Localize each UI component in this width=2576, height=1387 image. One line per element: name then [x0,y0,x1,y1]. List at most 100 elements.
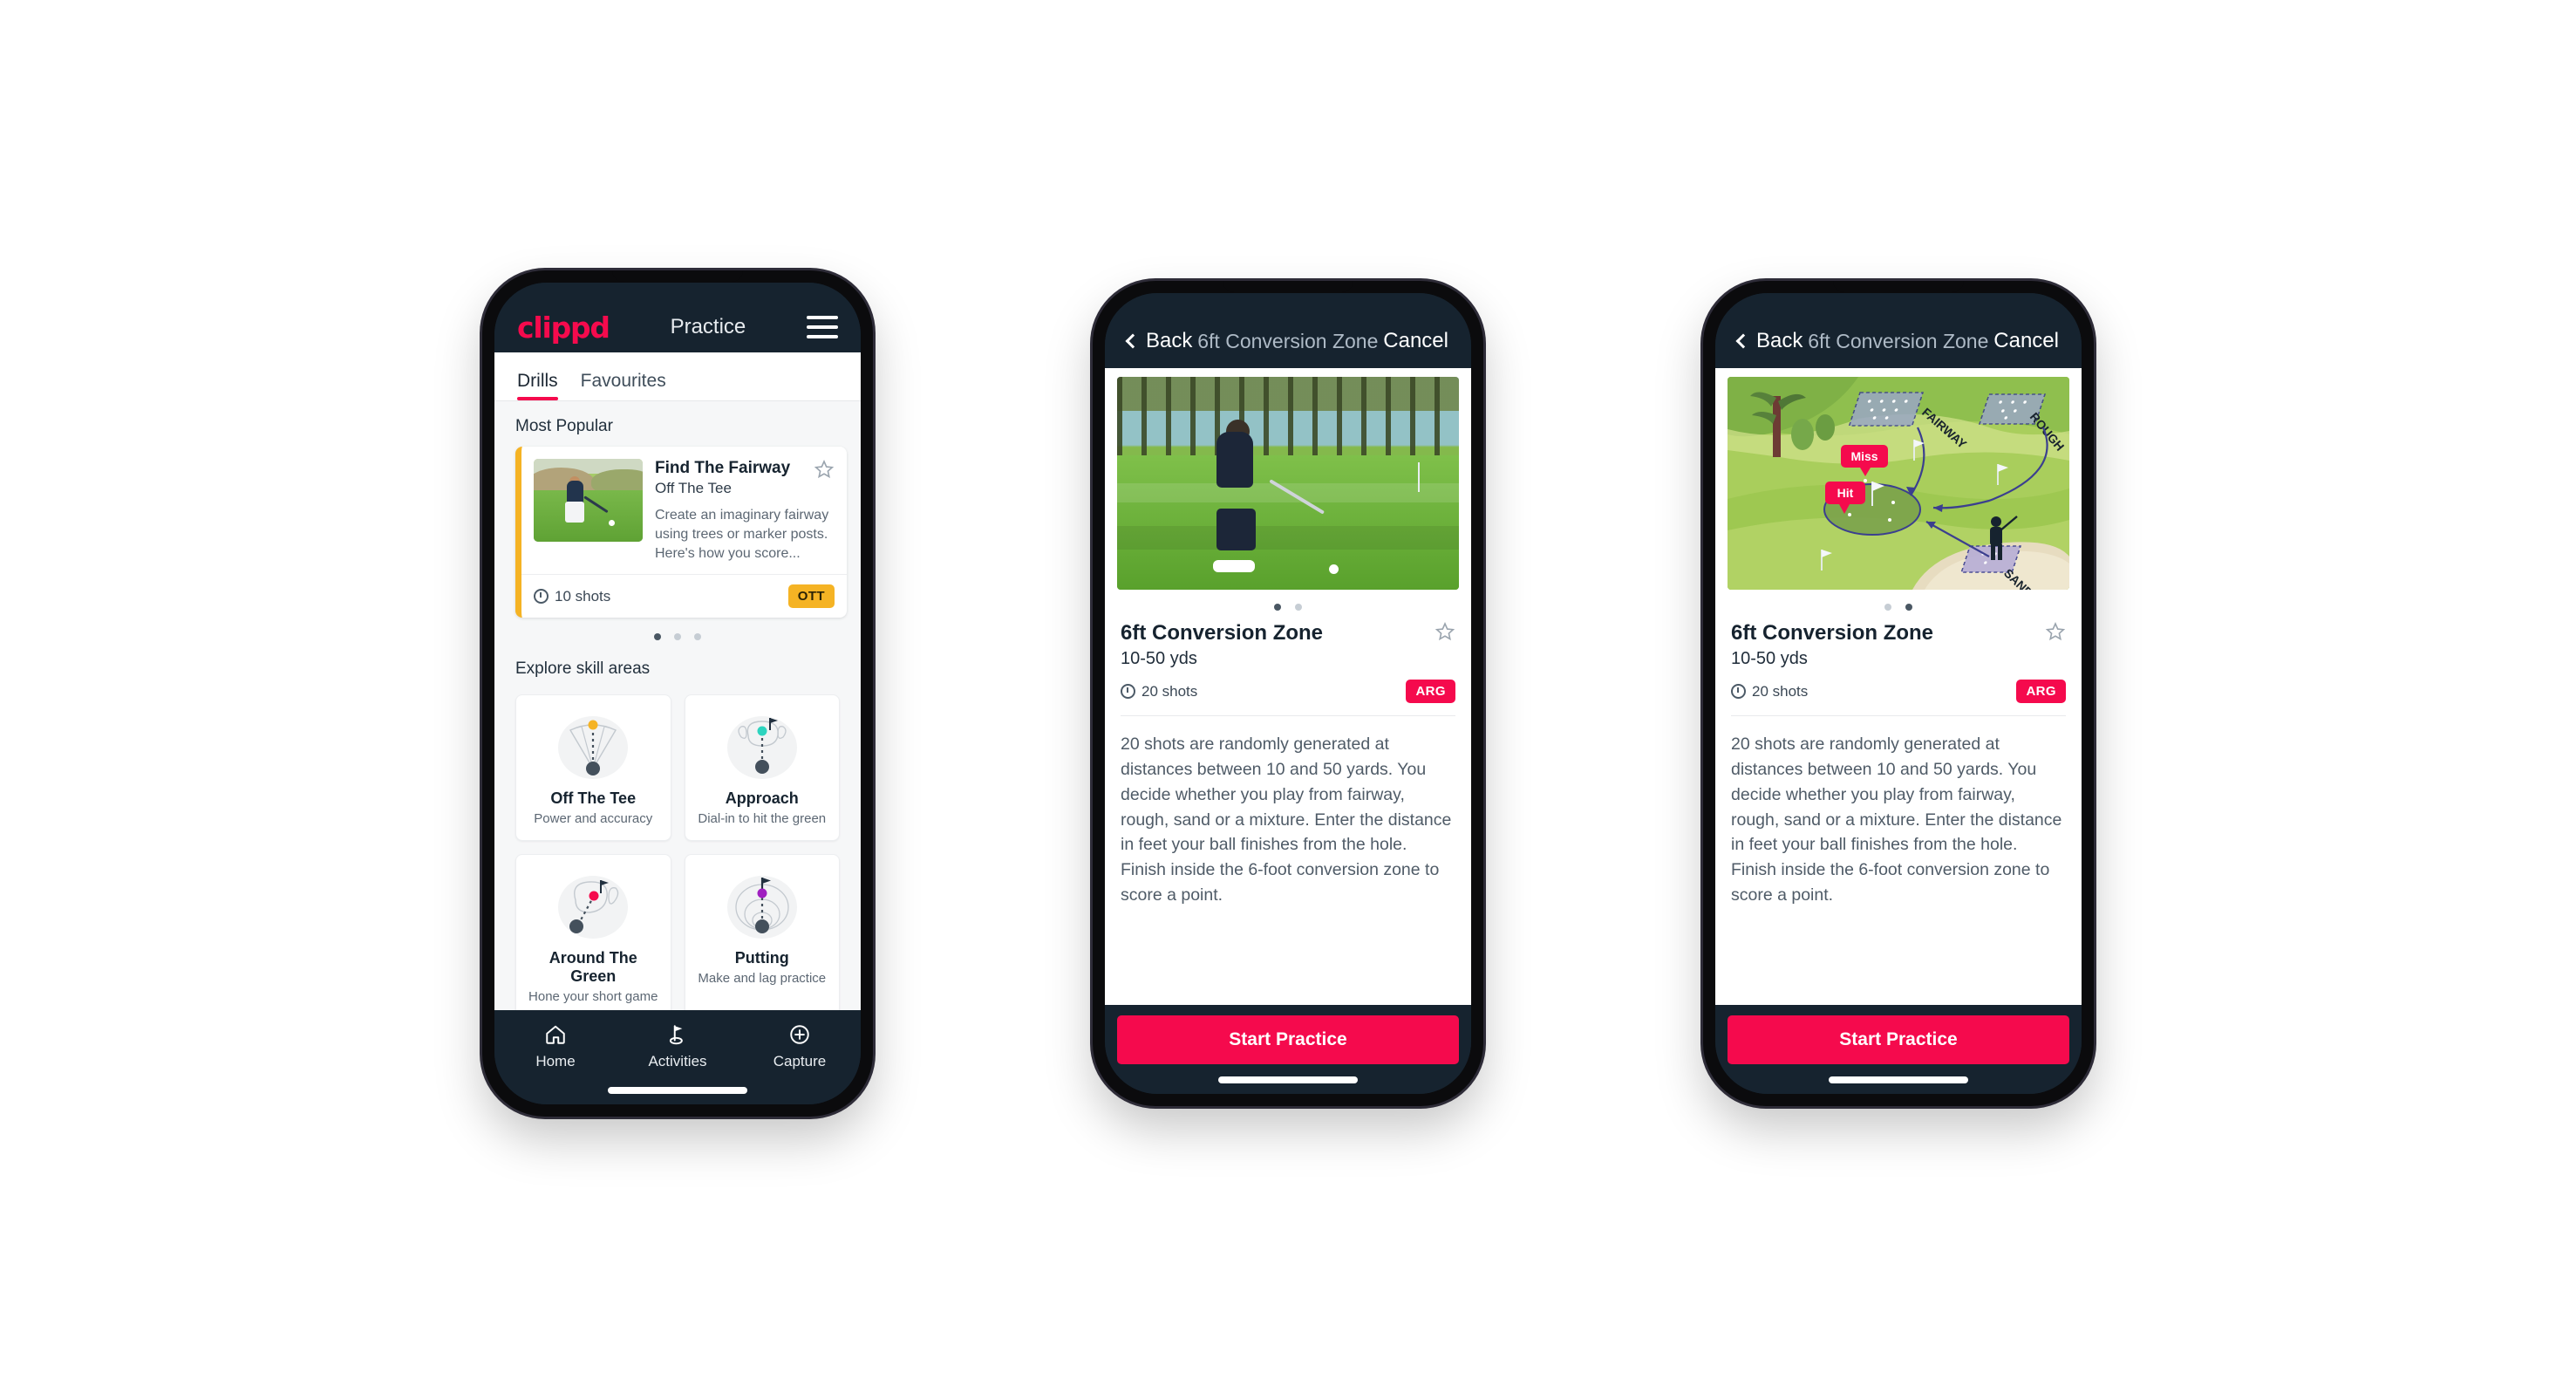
phone-drill-detail-photo: Back 6ft Conversion Zone Cancel 6ft Conv… [1093,281,1483,1106]
star-outline-icon[interactable] [814,459,835,480]
skill-card-off-the-tee[interactable]: Off The Tee Power and accuracy [515,694,671,842]
putting-rings-icon [694,869,831,944]
svg-text:Hit: Hit [1837,486,1854,500]
clippd-logo: clippd [517,310,610,345]
screen-drill-detail-illustration: Back 6ft Conversion Zone Cancel FAIRWAY … [1715,293,2082,1094]
hamburger-menu-icon[interactable] [807,316,838,338]
app-top-bar: clippd Practice [494,283,861,352]
drill-detail-distance: 10-50 yds [1121,649,1197,668]
skill-title: Off The Tee [550,789,637,808]
drill-detail-title: 6ft Conversion Zone [1121,621,1324,645]
back-button[interactable]: Back [1125,329,1193,353]
phone-notch [1833,281,1964,292]
carousel-dot-2[interactable] [674,633,681,641]
back-label: Back [1756,329,1803,352]
tab-favourites[interactable]: Favourites [581,371,666,400]
skill-title: Putting [734,949,789,967]
cancel-button[interactable]: Cancel [1993,329,2059,353]
home-indicator [1829,1076,1968,1083]
carousel-dot-1[interactable] [654,633,661,641]
golf-flag-icon [665,1022,690,1047]
drill-card-footer: 10 shots OTT [521,574,847,618]
phone-notch [1223,281,1353,292]
skill-desc: Power and accuracy [534,811,653,827]
skill-desc: Hone your short game [528,989,658,1005]
most-popular-heading: Most Popular [515,417,613,435]
hero-dot-2[interactable] [1295,604,1302,611]
drill-detail-description: 20 shots are randomly generated at dista… [1731,734,2062,905]
bottom-nav-label: Home [535,1053,576,1069]
tab-bar: Drills Favourites [494,352,861,401]
bottom-nav-capture[interactable]: Capture [752,1022,848,1070]
drill-detail-shots-label: 20 shots [1141,682,1198,700]
screen-practice: clippd Practice Drills Favourites Most P… [494,283,861,1104]
detail-content: 6ft Conversion Zone 10-50 yds 20 shots A… [1105,368,1471,1005]
carousel-dots [494,618,861,644]
start-practice-button[interactable]: Start Practice [1728,1015,2069,1064]
carousel-dot-3[interactable] [694,633,701,641]
bottom-nav-label: Capture [773,1053,827,1069]
drill-subtitle: Off The Tee [655,480,732,496]
chevron-left-icon [1125,333,1141,349]
page-title: Practice [670,315,746,338]
drill-shots: 10 shots [534,588,610,605]
bottom-nav-home[interactable]: Home [508,1022,603,1070]
hero-dot-2[interactable] [1905,604,1912,611]
detail-nav-title: 6ft Conversion Zone [1808,329,1989,352]
drill-description: Create an imaginary fairway using trees … [655,508,829,562]
drill-carousel[interactable]: Find The Fairway Off The Tee Create an i… [494,447,861,618]
home-indicator [1218,1076,1358,1083]
skill-badge-ott: OTT [787,584,835,609]
drill-hero-illustration[interactable]: FAIRWAY ROUGH SAND Miss Hit [1728,377,2069,590]
skill-desc: Make and lag practice [698,971,827,987]
explore-skill-areas-heading: Explore skill areas [515,659,651,679]
skill-title: Approach [725,789,799,808]
drill-detail-distance: 10-50 yds [1731,649,1808,668]
back-button[interactable]: Back [1735,329,1803,353]
cancel-button[interactable]: Cancel [1383,329,1448,353]
bottom-nav-label: Activities [648,1053,707,1069]
drill-hero-photo[interactable] [1117,377,1459,590]
drill-detail-shots: 20 shots [1121,683,1197,700]
three-phone-mockup-stage: clippd Practice Drills Favourites Most P… [0,0,2576,1387]
golf-hole-diagram-svg: FAIRWAY ROUGH SAND Miss Hit [1728,377,2069,590]
chip-around-green-icon [525,869,662,944]
drill-detail-shots-label: 20 shots [1752,682,1809,700]
svg-text:Miss: Miss [1850,449,1877,463]
tee-fan-icon [525,709,662,784]
plus-circle-icon [787,1022,812,1047]
tab-drills[interactable]: Drills [517,371,558,400]
drill-detail-shots: 20 shots [1731,683,1808,700]
clock-icon [534,589,549,605]
drill-card[interactable]: Find The Fairway Off The Tee Create an i… [515,447,847,618]
skill-areas-grid: Off The Tee Power and accuracy Approach … [494,689,861,1010]
detail-nav-title: 6ft Conversion Zone [1197,329,1379,352]
bottom-nav-activities[interactable]: Activities [630,1022,726,1070]
hero-dot-1[interactable] [1274,604,1281,611]
drill-detail-title: 6ft Conversion Zone [1731,621,1934,645]
drill-card-top: Find The Fairway Off The Tee Create an i… [521,447,847,574]
skill-badge-arg: ARG [2016,680,2066,703]
phone-drill-detail-illustration: Back 6ft Conversion Zone Cancel FAIRWAY … [1703,281,2094,1106]
drill-title: Find The Fairway [655,459,791,477]
detail-nav-bar: Back 6ft Conversion Zone Cancel [1715,293,2082,368]
start-practice-button[interactable]: Start Practice [1117,1015,1459,1064]
drill-shots-label: 10 shots [555,587,611,605]
skill-title: Around The Green [549,949,637,986]
skill-badge-arg: ARG [1406,680,1455,703]
skill-desc: Dial-in to hit the green [698,811,827,827]
drill-detail-description: 20 shots are randomly generated at dista… [1121,734,1452,905]
star-outline-icon[interactable] [1435,621,1455,642]
home-indicator [608,1087,747,1094]
drill-info: Find The Fairway Off The Tee Create an i… [655,459,835,564]
hero-carousel-dots [1715,590,2082,621]
skill-card-putting[interactable]: Putting Make and lag practice [684,854,840,1010]
star-outline-icon[interactable] [2045,621,2066,642]
home-icon [543,1022,568,1047]
hero-dot-1[interactable] [1884,604,1891,611]
skill-card-around-the-green[interactable]: Around The Green Hone your short game [515,854,671,1010]
back-label: Back [1146,329,1193,352]
clock-icon [1121,684,1135,699]
skill-card-approach[interactable]: Approach Dial-in to hit the green [684,694,840,842]
practice-content: Most Popular Find The Fairway Off The Te… [494,401,861,1010]
